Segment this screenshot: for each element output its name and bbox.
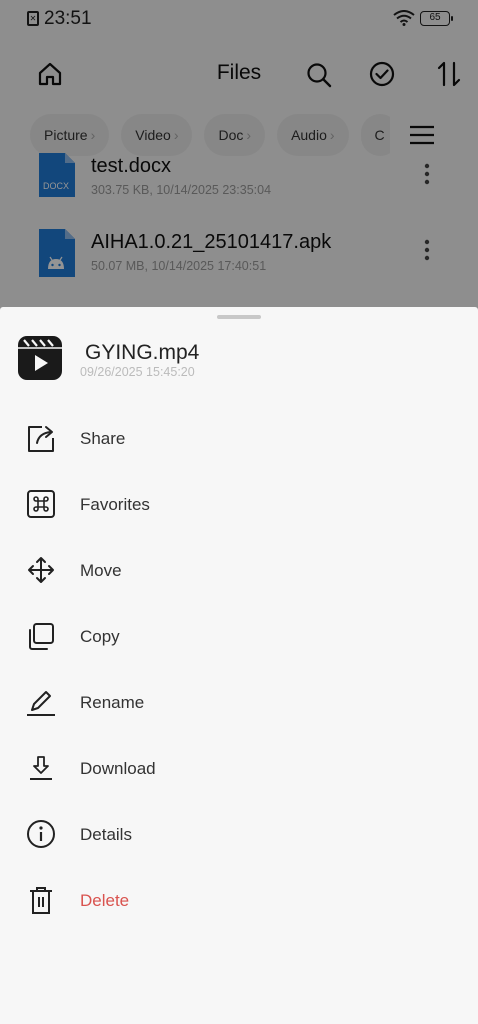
video-file-icon bbox=[18, 336, 62, 380]
share-icon bbox=[28, 426, 54, 452]
details-label: Details bbox=[80, 825, 132, 844]
move-action[interactable]: Move bbox=[0, 541, 478, 599]
move-icon bbox=[28, 557, 54, 583]
rename-label: Rename bbox=[80, 693, 145, 712]
delete-icon bbox=[30, 887, 52, 914]
favorites-label: Favorites bbox=[80, 495, 150, 514]
sheet-drag-handle[interactable] bbox=[217, 315, 261, 319]
share-label: Share bbox=[80, 429, 126, 448]
details-icon bbox=[27, 820, 55, 848]
favorites-icon bbox=[27, 490, 55, 518]
rename-icon bbox=[27, 691, 55, 716]
delete-label: Delete bbox=[80, 891, 130, 910]
sheet-file-name: GYING.mp4 bbox=[85, 341, 200, 364]
copy-action[interactable]: Copy bbox=[0, 607, 478, 665]
details-action[interactable]: Details bbox=[0, 805, 478, 863]
share-action[interactable]: Share bbox=[0, 409, 478, 467]
copy-icon bbox=[29, 623, 54, 650]
download-label: Download bbox=[80, 759, 156, 778]
rename-action[interactable]: Rename bbox=[0, 673, 478, 731]
download-action[interactable]: Download bbox=[0, 739, 478, 797]
download-icon bbox=[30, 756, 52, 780]
move-label: Move bbox=[80, 561, 122, 580]
sheet-file-meta: 09/26/2025 15:45:20 bbox=[80, 365, 195, 379]
file-actions-sheet: GYING.mp4 09/26/2025 15:45:20 Share Favo… bbox=[0, 307, 478, 1024]
delete-action[interactable]: Delete bbox=[0, 871, 478, 929]
copy-label: Copy bbox=[80, 627, 120, 646]
favorites-action[interactable]: Favorites bbox=[0, 475, 478, 533]
